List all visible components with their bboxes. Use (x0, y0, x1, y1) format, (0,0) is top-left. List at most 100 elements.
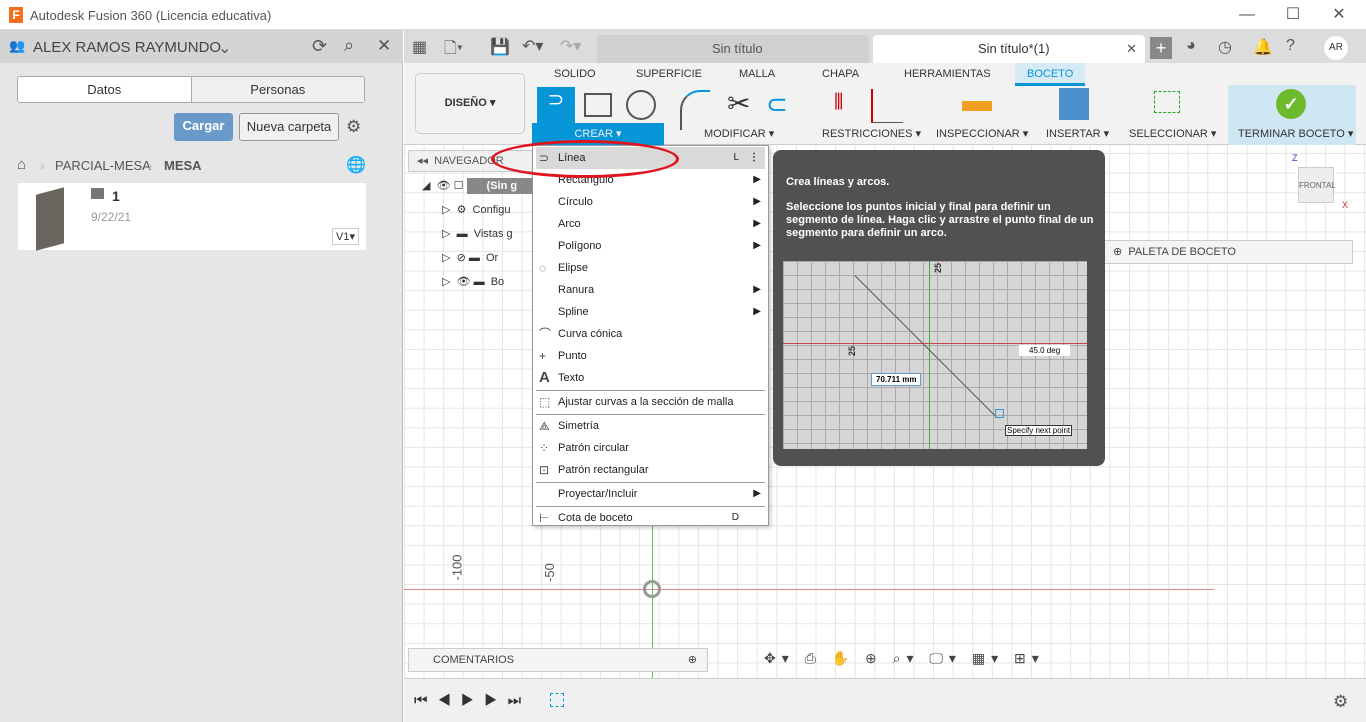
viewcube[interactable]: FRONTAL Z X (1292, 153, 1352, 217)
offset-icon[interactable]: ⊂ (766, 89, 788, 120)
tab-datos[interactable]: Datos (18, 77, 191, 102)
insert-group-button[interactable]: INSERTAR ▾ (1046, 127, 1109, 140)
home-icon[interactable]: ⌂ (17, 156, 26, 173)
constraints-group-button[interactable]: RESTRICCIONES ▾ (822, 127, 921, 140)
menu-item[interactable]: Patrón circular ⁘ (536, 437, 765, 459)
help-icon[interactable]: ? (1286, 37, 1295, 55)
user-name[interactable]: ALEX RAMOS RAYMUNDO (33, 39, 221, 56)
close-tab-icon[interactable]: ✕ (1126, 35, 1137, 63)
finish-sketch-button[interactable]: ✓ TERMINAR BOCETO ▾ (1228, 85, 1356, 145)
new-folder-button[interactable]: Nueva carpeta (239, 113, 339, 141)
tab-chapa[interactable]: CHAPA (822, 68, 859, 80)
undo-icon[interactable]: ↶▾ (522, 36, 543, 56)
menu-item[interactable]: Spline ▶ (536, 301, 765, 323)
menu-item[interactable]: Curva cónica ⌒ (536, 323, 765, 345)
timeline-settings-icon[interactable]: ⚙ (1333, 692, 1348, 712)
job-status-icon[interactable]: ◷ (1218, 37, 1232, 57)
tree-item[interactable]: ▷ ⚙ Configu (442, 203, 537, 227)
create-dropdown-menu: Línea ⊃ L ⋮ Rectángulo ▶ Círculo ▶ Arco ▶ Polígono… (532, 145, 769, 526)
menu-item[interactable]: Arco ▶ (536, 213, 765, 235)
refresh-icon[interactable]: ⟳ (312, 36, 327, 57)
fix-constraint-icon[interactable]: ⫴ (834, 89, 843, 115)
file-card[interactable]: 1 9/22/21 V1▾ (18, 183, 366, 251)
timeline-controls[interactable]: ⏮◀▶▶⏭ (414, 692, 531, 709)
select-icon[interactable] (1154, 91, 1180, 113)
menu-item[interactable]: Polígono ▶ (536, 235, 765, 257)
viewcube-face[interactable]: FRONTAL (1298, 167, 1336, 203)
tree-item[interactable]: ▷ ⊘ ▬ Or (442, 251, 537, 275)
menu-item[interactable]: Simetría ⟁ (536, 415, 765, 437)
menu-item[interactable]: Texto A (536, 367, 765, 389)
submenu-arrow-icon: ▶ (753, 284, 761, 295)
maximize-button[interactable]: ☐ (1278, 4, 1308, 26)
menu-item[interactable]: Patrón rectangular ⊡ (536, 459, 765, 481)
menu-shortcut: L (733, 152, 739, 163)
measure-icon[interactable] (962, 101, 992, 111)
workspace-dropdown[interactable]: DISEÑO ▾ (415, 73, 525, 134)
menu-item-label: Punto (558, 350, 587, 362)
trim-icon[interactable]: ✂ (727, 87, 750, 120)
timeline-sketch-feature[interactable] (550, 693, 564, 707)
tooltip-body: Seleccione los puntos inicial y final pa… (786, 201, 1094, 239)
comments-panel[interactable]: COMENTARIOS ⊕ (408, 648, 708, 672)
extensions-icon[interactable]: ◕ (1186, 37, 1196, 55)
notifications-icon[interactable]: 🔔 (1253, 37, 1273, 57)
prompt-label: Specify next point (1005, 425, 1073, 436)
breadcrumb-project[interactable]: PARCIAL-MESA (55, 158, 151, 173)
menu-item[interactable]: Elipse ◌ (536, 257, 765, 279)
menu-item-label: Texto (558, 372, 585, 384)
tab-label: Sin título*(1) (978, 41, 1050, 56)
tab-solido[interactable]: SOLIDO (554, 68, 596, 80)
redo-icon[interactable]: ↷▾ (560, 36, 581, 56)
more-options-icon[interactable]: ⋮ (749, 147, 759, 169)
sketch-palette-header[interactable]: ⊕ PALETA DE BOCETO (1104, 240, 1353, 264)
save-icon[interactable]: 💾 (490, 37, 510, 57)
submenu-arrow-icon: ▶ (753, 240, 761, 251)
upload-button[interactable]: Cargar (174, 113, 233, 141)
minimize-button[interactable]: — (1232, 4, 1262, 26)
add-comment-icon[interactable]: ⊕ (688, 649, 697, 671)
tree-root[interactable]: ◢ 👁 ☐ (Sin g (422, 178, 538, 203)
menu-item[interactable]: Círculo ▶ (536, 191, 765, 213)
tab-sin-titulo[interactable]: Sin título (597, 35, 869, 63)
line-tool-icon[interactable]: ⊃ (537, 87, 575, 123)
breadcrumb-separator: › (40, 157, 45, 173)
grid-apps-icon[interactable]: ▦ (412, 37, 427, 57)
version-dropdown[interactable]: V1▾ (332, 228, 359, 245)
search-icon[interactable]: ⌕ (344, 35, 354, 56)
menu-item[interactable]: Cota de boceto ⊢ D (536, 507, 765, 529)
fillet-icon[interactable] (680, 90, 710, 130)
tree-item[interactable]: ▷ 👁 ▬ Bo (442, 275, 537, 299)
close-icon[interactable]: ✕ (377, 36, 391, 56)
timeline: ⏮◀▶▶⏭ ⚙ (404, 678, 1366, 722)
tab-herramientas[interactable]: HERRAMIENTAS (904, 68, 991, 80)
avatar[interactable]: AR (1324, 36, 1348, 60)
tab-personas[interactable]: Personas (190, 77, 364, 102)
menu-item[interactable]: Punto + (536, 345, 765, 367)
menu-item[interactable]: Proyectar/Incluir ▶ (536, 483, 765, 505)
inspect-group-button[interactable]: INSPECCIONAR ▾ (936, 127, 1028, 140)
rectangle-tool-icon[interactable] (584, 93, 612, 117)
gear-icon[interactable]: ⚙ (346, 117, 361, 137)
file-menu-icon[interactable]: 🗋▾ (444, 37, 463, 64)
tab-superficie[interactable]: SUPERFICIE (636, 68, 702, 80)
select-group-button[interactable]: SELECCIONAR ▾ (1129, 127, 1216, 140)
tab-boceto[interactable]: BOCETO (1015, 63, 1086, 86)
navigation-toolbar[interactable]: ✥▾ ⎙ ✋ ⊕ ⌕▾ 🖵▾ ▦▾ ⊞▾ (764, 650, 1045, 667)
window-title: Autodesk Fusion 360 (Licencia educativa) (30, 8, 272, 23)
globe-icon[interactable]: 🌐 (346, 155, 366, 175)
perpendicular-icon[interactable] (871, 89, 903, 123)
tree-item[interactable]: ▷ ▬ Vistas g (442, 227, 537, 251)
menu-item[interactable]: Ranura ▶ (536, 279, 765, 301)
circle-tool-icon[interactable] (626, 90, 656, 120)
tab-sin-titulo-1[interactable]: Sin título*(1) ✕ (873, 35, 1145, 63)
insert-image-icon[interactable] (1059, 88, 1089, 120)
tab-malla[interactable]: MALLA (739, 68, 775, 80)
menu-item-icon: ⌒ (539, 327, 552, 341)
chevron-down-icon[interactable]: ⌄ (218, 38, 231, 58)
new-tab-button[interactable]: + (1150, 37, 1172, 59)
modify-group-button[interactable]: MODIFICAR ▾ (704, 127, 774, 140)
menu-item[interactable]: Ajustar curvas a la sección de malla ⬚ (536, 391, 765, 413)
close-window-button[interactable]: ✕ (1324, 4, 1354, 26)
tooltip: Crea líneas y arcos. Seleccione los punt… (773, 150, 1105, 466)
